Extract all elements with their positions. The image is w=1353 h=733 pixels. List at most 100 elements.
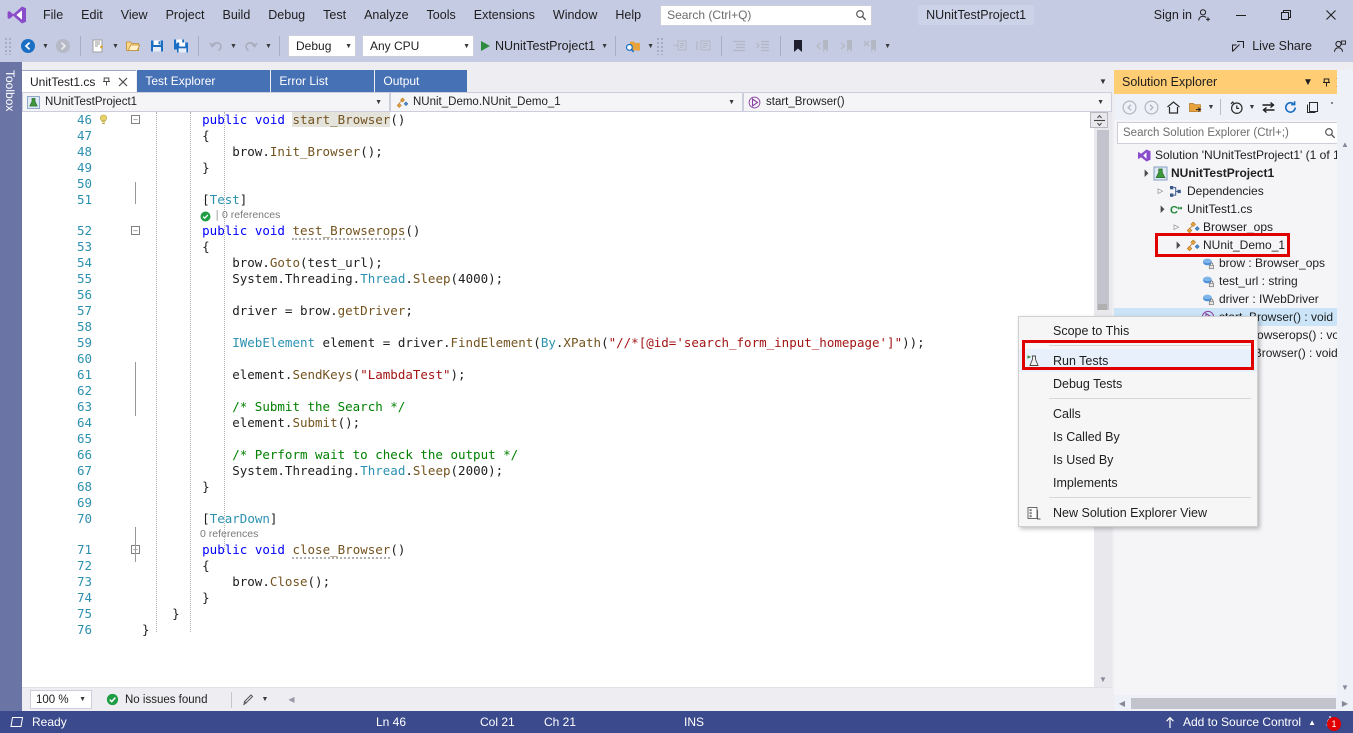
pending-changes-filter-button[interactable] <box>1184 96 1206 118</box>
code-line[interactable]: 65 <box>22 431 1094 447</box>
tab-error-list[interactable]: Error List <box>271 70 374 92</box>
menu-debug[interactable]: Debug <box>259 3 314 27</box>
find-dropdown[interactable]: ▼ <box>645 34 656 58</box>
code-line[interactable]: 75} <box>22 606 1094 622</box>
code-lens-references[interactable]: 0 references <box>222 208 280 223</box>
menu-project[interactable]: Project <box>157 3 214 27</box>
find-in-files-button[interactable] <box>621 34 645 58</box>
code-line[interactable]: 62 <box>22 383 1094 399</box>
new-project-dropdown[interactable]: ▼ <box>110 34 121 58</box>
code-line[interactable]: 64element.Submit(); <box>22 415 1094 431</box>
code-line[interactable]: 58 <box>22 319 1094 335</box>
tree-item-unittest1-cs[interactable]: ◢CUnitTest1.cs <box>1114 200 1353 218</box>
solution-configuration-combo[interactable]: Debug ▼ <box>288 35 356 57</box>
navigate-forward-button[interactable] <box>1140 96 1162 118</box>
save-all-button[interactable] <box>169 34 193 58</box>
chevron-right-icon[interactable]: ▷ <box>1154 187 1167 195</box>
tree-item-dependencies[interactable]: ▷Dependencies <box>1114 182 1353 200</box>
quick-search-input[interactable]: Search (Ctrl+Q) <box>660 5 872 26</box>
increase-indent-button[interactable] <box>751 34 775 58</box>
solution-explorer-horizontal-scrollbar[interactable]: ◀ ▶ <box>1114 695 1353 711</box>
toolbar-grip[interactable] <box>656 37 665 55</box>
code-line[interactable]: 50 <box>22 176 1094 192</box>
history-dropdown[interactable]: ▼ <box>1247 96 1257 118</box>
notifications-button[interactable]: 1 <box>1323 712 1345 732</box>
context-menu-item-is-used-by[interactable]: Is Used By <box>1019 448 1257 471</box>
new-project-button[interactable] <box>86 34 110 58</box>
scroll-left-button[interactable]: ◀ <box>1114 695 1130 711</box>
issues-indicator[interactable]: No issues found <box>106 693 207 706</box>
collapse-toggle[interactable]: – <box>131 115 140 124</box>
add-to-source-control-button[interactable]: Add to Source Control <box>1183 715 1301 729</box>
context-menu-item-is-called-by[interactable]: Is Called By <box>1019 425 1257 448</box>
restore-button[interactable] <box>1263 0 1308 30</box>
pending-changes-dropdown[interactable]: ▼ <box>1206 96 1216 118</box>
minimize-button[interactable] <box>1218 0 1263 30</box>
context-menu-item-calls[interactable]: Calls <box>1019 402 1257 425</box>
test-status-icon[interactable] <box>200 211 211 222</box>
tab-overflow-button[interactable]: ▼ <box>1094 70 1112 92</box>
split-view-button[interactable] <box>1090 112 1108 128</box>
code-line[interactable]: 52–public void test_Browserops() <box>22 223 1094 239</box>
tree-item-driver-iwebdriver[interactable]: driver : IWebDriver <box>1114 290 1353 308</box>
code-line[interactable]: 76} <box>22 622 1094 638</box>
menu-test[interactable]: Test <box>314 3 355 27</box>
menu-window[interactable]: Window <box>544 3 606 27</box>
tree-item-nunit-demo-1[interactable]: ◢NUnit_Demo_1 <box>1114 236 1353 254</box>
code-line[interactable]: 54brow.Goto(test_url); <box>22 255 1094 271</box>
solution-explorer-search-input[interactable]: Search Solution Explorer (Ctrl+;) ▼ <box>1117 122 1350 144</box>
redo-dropdown[interactable]: ▼ <box>263 34 274 58</box>
tree-item-test-url-string[interactable]: test_url : string <box>1114 272 1353 290</box>
navbar-project-combo[interactable]: NUnitTestProject1 ▼ <box>22 92 390 112</box>
code-line[interactable]: 74} <box>22 590 1094 606</box>
toggle-bookmark-button[interactable] <box>786 34 810 58</box>
code-line[interactable]: 61element.SendKeys("LambdaTest"); <box>22 367 1094 383</box>
next-bookmark-button[interactable] <box>834 34 858 58</box>
menu-tools[interactable]: Tools <box>418 3 465 27</box>
code-text-area[interactable]: 46–public void start_Browser()47{48brow.… <box>22 112 1094 687</box>
redo-button[interactable] <box>239 34 263 58</box>
code-editor[interactable]: 46–public void start_Browser()47{48brow.… <box>22 112 1112 687</box>
code-line[interactable]: 67System.Threading.Thread.Sleep(2000); <box>22 463 1094 479</box>
uncomment-selection-button[interactable] <box>692 34 716 58</box>
clear-bookmarks-button[interactable] <box>858 34 882 58</box>
chevron-right-icon[interactable]: ▷ <box>1170 223 1183 231</box>
solution-explorer-vertical-scrollbar[interactable]: ▲ ▼ <box>1337 70 1353 711</box>
tab-test-explorer[interactable]: Test Explorer <box>137 70 270 92</box>
context-menu-item-new-solution-explorer-view[interactable]: New Solution Explorer View <box>1019 501 1257 524</box>
decrease-indent-button[interactable] <box>727 34 751 58</box>
menu-extensions[interactable]: Extensions <box>465 3 544 27</box>
menu-build[interactable]: Build <box>213 3 259 27</box>
toolbar-overflow-button[interactable]: ▼ <box>882 34 893 58</box>
tree-item-browser-ops[interactable]: ▷Browser_ops <box>1114 218 1353 236</box>
code-line[interactable]: 51[Test] <box>22 192 1094 208</box>
open-file-button[interactable] <box>121 34 145 58</box>
code-line[interactable]: 63/* Submit the Search */ <box>22 399 1094 415</box>
sign-in-button[interactable]: Sign in <box>1148 8 1218 23</box>
chevron-down-icon[interactable]: ◢ <box>1169 238 1184 253</box>
context-menu-item-implements[interactable]: Implements <box>1019 471 1257 494</box>
code-line[interactable]: 56 <box>22 287 1094 303</box>
collapse-toggle[interactable]: – <box>131 226 140 235</box>
code-line[interactable]: 53{ <box>22 239 1094 255</box>
refresh-button[interactable] <box>1279 96 1301 118</box>
menu-file[interactable]: File <box>34 3 72 27</box>
comment-selection-button[interactable] <box>668 34 692 58</box>
pin-icon[interactable] <box>101 76 112 87</box>
code-line[interactable]: 48brow.Init_Browser(); <box>22 144 1094 160</box>
previous-bookmark-button[interactable] <box>810 34 834 58</box>
chevron-down-icon[interactable]: ◢ <box>1137 166 1152 181</box>
code-line[interactable]: 59IWebElement element = driver.FindEleme… <box>22 335 1094 351</box>
show-all-files-button[interactable] <box>1301 96 1323 118</box>
navigate-back-button[interactable] <box>16 34 40 58</box>
scroll-down-button[interactable]: ▼ <box>1094 671 1112 687</box>
code-line[interactable]: 72{ <box>22 558 1094 574</box>
context-menu-item-debug-tests[interactable]: Debug Tests <box>1019 372 1257 395</box>
solution-explorer-context-menu[interactable]: Scope to ThisRun TestsDebug TestsCallsIs… <box>1018 316 1258 527</box>
code-line[interactable]: 66/* Perform wait to check the output */ <box>22 447 1094 463</box>
sync-with-active-document-button[interactable] <box>1257 96 1279 118</box>
code-line[interactable]: 70[TearDown] <box>22 511 1094 527</box>
toolbar-grip[interactable] <box>4 37 13 55</box>
code-line[interactable]: 57driver = brow.getDriver; <box>22 303 1094 319</box>
main-menu[interactable]: File Edit View Project Build Debug Test … <box>34 0 650 30</box>
